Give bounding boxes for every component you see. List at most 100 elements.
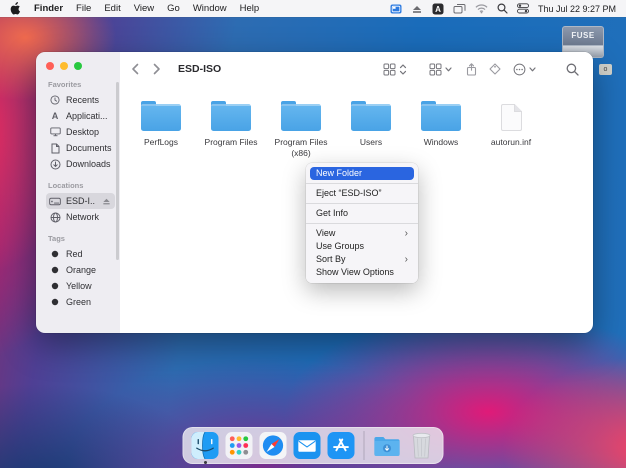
menu-item-finder[interactable]: Finder (34, 3, 63, 14)
network-icon (49, 212, 61, 223)
view-stepper-icon[interactable] (399, 63, 407, 76)
sidebar-item-label: Network (66, 212, 99, 222)
dock-icon-safari[interactable] (260, 432, 287, 459)
running-indicator (204, 461, 207, 464)
eject-small-icon[interactable] (100, 197, 112, 206)
fuse-volume-face: FUSE (562, 26, 604, 46)
spotlight-icon[interactable] (497, 3, 508, 14)
menu-item-window[interactable]: Window (193, 3, 227, 14)
context-menu-item-eject-esd-iso[interactable]: Eject “ESD-ISO” (306, 187, 418, 200)
file-label: Users (360, 137, 382, 148)
share-button[interactable] (466, 63, 477, 76)
context-menu-item-get-info[interactable]: Get Info (306, 207, 418, 220)
minimize-button[interactable] (60, 62, 68, 70)
desktop: Finder File Edit View Go Window Help A Thu Jul… (0, 0, 626, 468)
eject-icon[interactable] (411, 3, 423, 15)
menu-item-go[interactable]: Go (167, 3, 180, 14)
context-menu-item-sort-by[interactable]: Sort By› (306, 253, 418, 266)
tag-dot-icon (49, 266, 61, 274)
context-menu-item-new-folder[interactable]: New Folder (310, 167, 414, 180)
folder-icon (211, 104, 251, 131)
window-controls (46, 62, 115, 70)
sidebar-item-label: Downloads (66, 159, 111, 169)
search-button[interactable] (566, 63, 579, 76)
sidebar-item-documents[interactable]: Documents (46, 140, 115, 156)
menu-item-label: Use Groups (316, 240, 364, 253)
toolbar: ESD-ISO (120, 52, 593, 86)
sidebar-item-green[interactable]: Green (46, 294, 115, 310)
tag-dot-icon (49, 250, 61, 258)
menu-item-help[interactable]: Help (240, 3, 260, 14)
sidebar-item-recents[interactable]: Recents (46, 92, 115, 108)
sidebar-scrollbar[interactable] (116, 82, 119, 260)
group-by-button[interactable] (429, 63, 442, 76)
window-title: ESD-ISO (178, 63, 221, 75)
sidebar-item-applicati[interactable]: AApplicati... (46, 108, 115, 124)
back-button[interactable] (128, 63, 142, 75)
control-center-icon[interactable] (517, 3, 529, 14)
dock-icon-app-store[interactable] (328, 432, 355, 459)
sidebar-item-downloads[interactable]: Downloads (46, 156, 115, 172)
sidebar: FavoritesRecentsAApplicati...DesktopDocu… (36, 52, 120, 333)
sidebar-item-esd-i[interactable]: ESD-I... (46, 193, 115, 209)
documents-icon (49, 143, 61, 154)
more-actions-button[interactable] (513, 63, 526, 76)
close-button[interactable] (46, 62, 54, 70)
file-label: Program Files (x86) (268, 137, 334, 159)
icon-view-button[interactable] (383, 63, 396, 76)
sidebar-item-desktop[interactable]: Desktop (46, 124, 115, 140)
file-program-files[interactable]: Program Files (198, 98, 264, 148)
menu-item-view[interactable]: View (134, 3, 154, 14)
disk-icon (49, 197, 61, 206)
file-label: Windows (424, 137, 458, 148)
folder-icon (141, 104, 181, 131)
sidebar-item-label: Orange (66, 265, 96, 275)
chevron-down-icon[interactable] (529, 67, 536, 72)
file-users[interactable]: Users (338, 98, 404, 148)
dock-icon-launchpad[interactable] (226, 432, 253, 459)
zoom-button[interactable] (74, 62, 82, 70)
svg-text:A: A (52, 111, 59, 121)
menu-item-label: New Folder (316, 167, 362, 180)
submenu-chevron-icon: › (405, 228, 408, 240)
chevron-down-icon[interactable] (445, 67, 452, 72)
file-windows[interactable]: Windows (408, 98, 474, 148)
sidebar-item-red[interactable]: Red (46, 246, 115, 262)
sidebar-item-network[interactable]: Network (46, 209, 115, 225)
folder-icon (281, 104, 321, 131)
sidebar-item-orange[interactable]: Orange (46, 262, 115, 278)
file-autorun-inf[interactable]: autorun.inf (478, 98, 544, 148)
dock-icon-finder[interactable] (192, 432, 219, 459)
wifi-icon[interactable] (475, 3, 488, 14)
dock (183, 427, 444, 464)
menu-item-file[interactable]: File (76, 3, 91, 14)
tag-dot-icon (49, 298, 61, 306)
display-icon[interactable] (390, 3, 402, 15)
apple-icon[interactable] (10, 2, 21, 15)
sidebar-item-label: Green (66, 297, 91, 307)
app-windows-icon[interactable] (453, 3, 466, 15)
context-menu-item-view[interactable]: View› (306, 227, 418, 240)
input-source-icon[interactable]: A (432, 3, 444, 15)
menu-item-label: Show View Options (316, 266, 394, 279)
forward-button[interactable] (150, 63, 164, 75)
menu-bar-clock[interactable]: Thu Jul 22 9:27 PM (538, 4, 616, 14)
menu-item-edit[interactable]: Edit (104, 3, 120, 14)
menu-bar-status: A Thu Jul 22 9:27 PM (390, 3, 616, 15)
applications-icon: A (49, 111, 61, 121)
context-menu-item-use-groups[interactable]: Use Groups (306, 240, 418, 253)
tag-button[interactable] (489, 63, 501, 75)
folder-icon (351, 104, 391, 131)
menu-separator (306, 203, 418, 204)
file-perflogs[interactable]: PerfLogs (128, 98, 194, 148)
sidebar-item-label: Documents (66, 143, 112, 153)
sidebar-item-yellow[interactable]: Yellow (46, 278, 115, 294)
file-program-files-x86[interactable]: Program Files (x86) (268, 98, 334, 159)
dock-icon-trash[interactable] (408, 432, 435, 459)
dock-separator (364, 431, 365, 460)
file-grid: PerfLogsProgram FilesProgram Files (x86)… (120, 86, 593, 159)
sidebar-item-label: Recents (66, 95, 99, 105)
context-menu-item-show-view-options[interactable]: Show View Options (306, 266, 418, 279)
dock-icon-mail[interactable] (294, 432, 321, 459)
dock-icon-downloads-folder[interactable] (374, 432, 401, 459)
